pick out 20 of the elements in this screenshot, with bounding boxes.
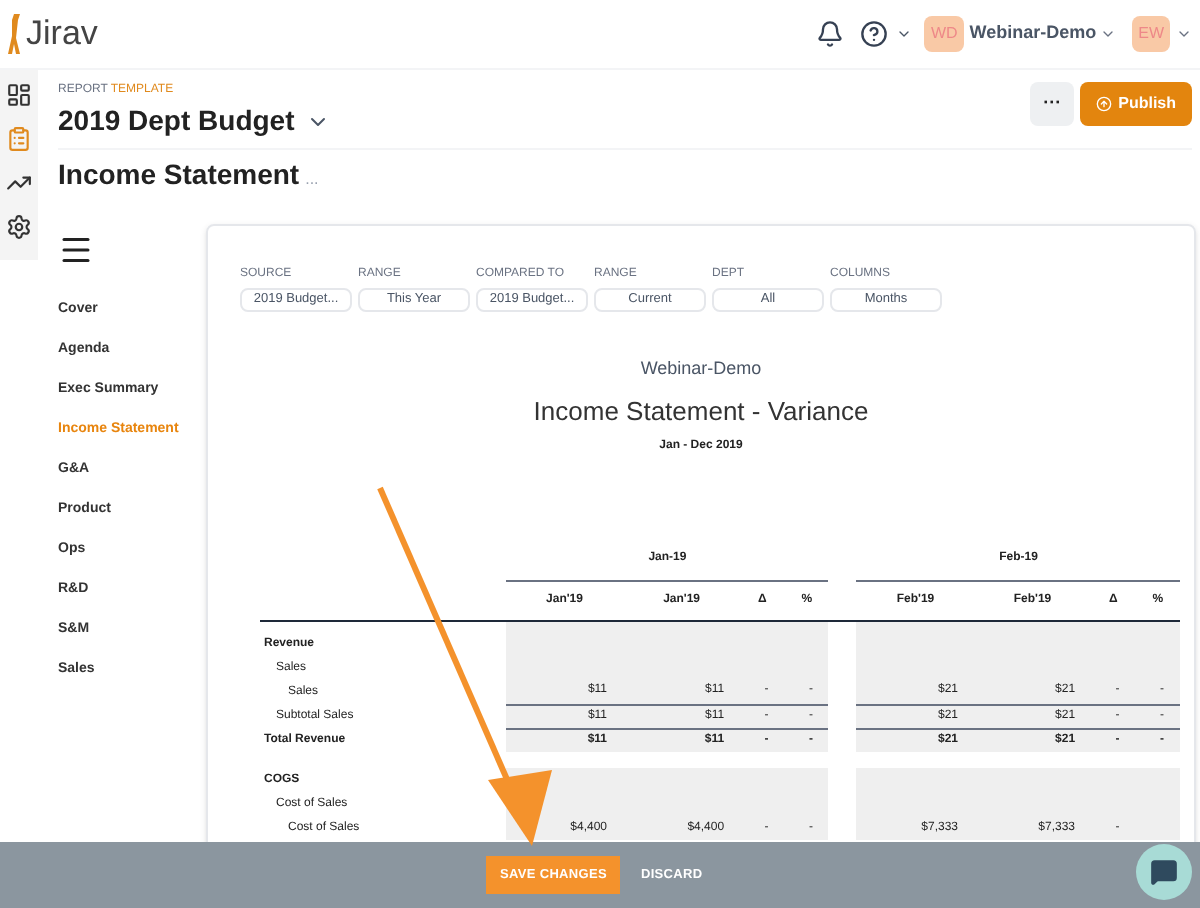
caret-icon <box>1176 26 1192 42</box>
chat-icon <box>1150 858 1178 886</box>
menu-icon[interactable] <box>58 232 94 268</box>
org-avatar: WD <box>924 16 964 52</box>
upload-icon <box>1096 96 1113 112</box>
page-title: Income Statement <box>58 156 300 194</box>
clipboard-icon[interactable] <box>6 126 32 152</box>
more-button[interactable]: ··· <box>1030 82 1075 126</box>
help-icon[interactable] <box>860 20 889 48</box>
org-menu[interactable]: Webinar-Demo <box>969 20 1117 48</box>
statement-title: Income Statement - Variance <box>533 393 869 429</box>
dashboard-icon[interactable] <box>6 82 32 108</box>
caret-icon[interactable] <box>896 26 913 42</box>
settings-icon[interactable] <box>6 214 32 240</box>
company-name: Webinar-Demo <box>640 356 762 382</box>
caret-icon <box>1100 26 1117 42</box>
report-title[interactable]: 2019 Dept Budget <box>58 100 331 142</box>
notification-icon[interactable] <box>816 20 845 48</box>
app-logo: Jirav <box>26 12 98 57</box>
giraffe-logo-icon <box>8 12 24 56</box>
